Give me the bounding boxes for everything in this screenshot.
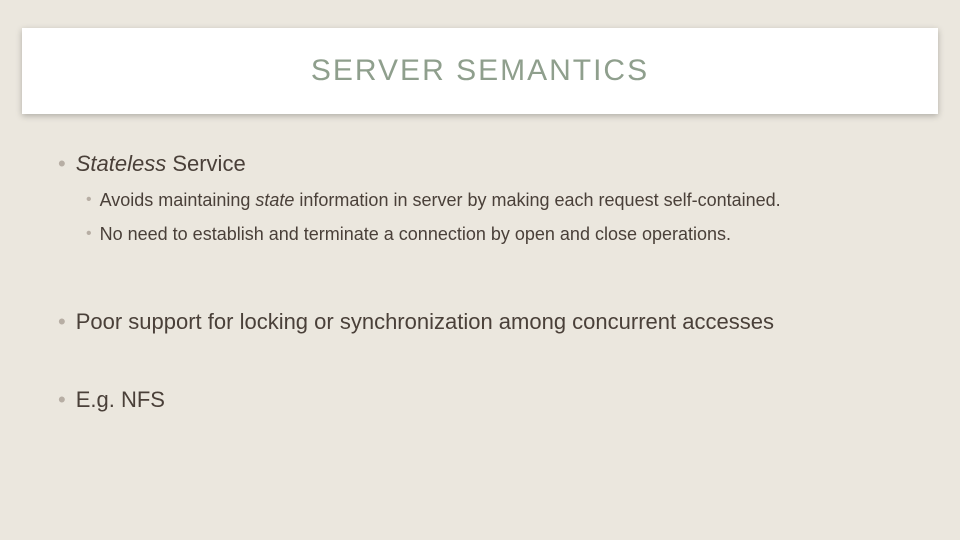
text-plain: Service [166,151,245,176]
bullet-poor-support: • Poor support for locking or synchroniz… [58,308,920,336]
bullet-icon: • [86,188,92,212]
sub-bullet-text: No need to establish and terminate a con… [100,222,731,246]
sub-bullet-no-connection: • No need to establish and terminate a c… [86,222,920,246]
bullet-icon: • [58,308,66,336]
slide-content: • Stateless Service • Avoids maintaining… [58,150,920,424]
bullet-text: Stateless Service [76,150,246,178]
text-plain: Avoids maintaining [100,190,256,210]
sub-bullet-text: Avoids maintaining state information in … [100,188,781,212]
sub-bullet-list: • Avoids maintaining state information i… [86,188,920,246]
sub-bullet-avoids-state: • Avoids maintaining state information i… [86,188,920,212]
bullet-icon: • [86,222,92,246]
bullet-stateless-service: • Stateless Service [58,150,920,178]
text-plain: information in server by making each req… [294,190,780,210]
bullet-icon: • [58,386,66,414]
text-italic: Stateless [76,151,167,176]
slide-title: SERVER SEMANTICS [311,54,649,88]
bullet-text: E.g. NFS [76,386,165,414]
text-italic: state [255,190,294,210]
bullet-icon: • [58,150,66,178]
title-container: SERVER SEMANTICS [22,28,938,114]
bullet-example-nfs: • E.g. NFS [58,386,920,414]
bullet-text: Poor support for locking or synchronizat… [76,308,774,336]
